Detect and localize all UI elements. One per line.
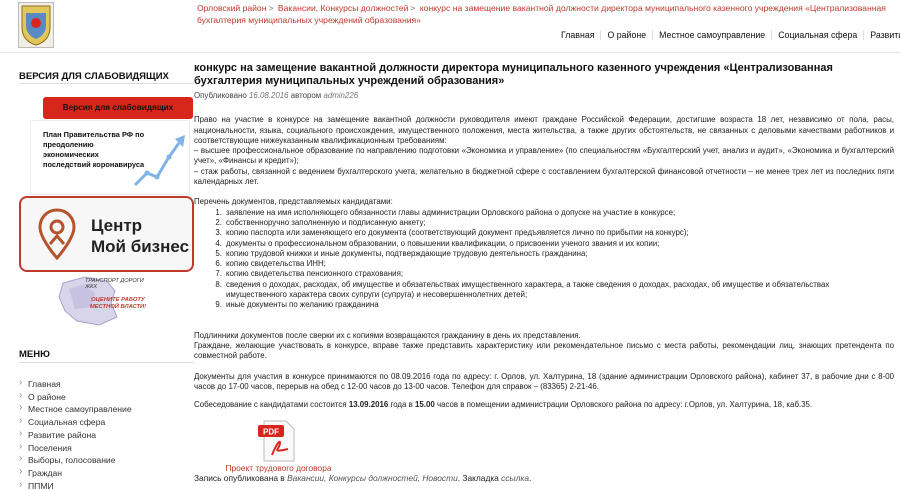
- record-categories[interactable]: Вакансии, Конкурсы должностей, Новости: [287, 473, 458, 483]
- article-meta: Опубликовано 16.08.2016 автором admin226: [194, 91, 894, 101]
- nav-about[interactable]: О районе: [600, 30, 652, 40]
- menu-item-settlements[interactable]: Поселения: [19, 441, 132, 455]
- menu-item-elections[interactable]: Выборы, голосование: [19, 453, 132, 467]
- eligibility-paragraph: Право на участие в конкурсе на замещение…: [194, 115, 894, 145]
- breadcrumb-separator: >: [268, 3, 274, 13]
- my-business-banner[interactable]: Центр Мой бизнес: [19, 196, 194, 272]
- my-business-line1: Центр: [91, 216, 143, 235]
- article: конкурс на замещение вакантной должности…: [194, 62, 894, 410]
- nav-development[interactable]: Развитие ра: [863, 30, 900, 40]
- posted-label: Опубликовано: [194, 91, 247, 100]
- article-title: конкурс на замещение вакантной должности…: [194, 62, 833, 87]
- government-plan-banner[interactable]: План Правительства РФ по преодолению эко…: [30, 120, 190, 195]
- pdf-attachment[interactable]: PDF Проект трудового договора: [221, 419, 336, 473]
- permalink[interactable]: ссылка: [501, 473, 529, 483]
- experience-requirement: – стаж работы, связанной с ведением бухг…: [194, 166, 894, 187]
- nav-local-government[interactable]: Местное самоуправление: [652, 30, 771, 40]
- originals-returned-note: Подлинники документов после сверки их с …: [194, 330, 581, 340]
- list-item: 3. копию паспорта или заменяющего его док…: [215, 228, 689, 238]
- education-requirement: – высшее профессиональное образование по…: [194, 146, 894, 166]
- list-item: 6. копию свидетельства ИНН;: [215, 259, 326, 269]
- documents-list-intro: Перечень документов, представляемых канд…: [194, 197, 393, 207]
- pdf-link[interactable]: Проект трудового договора: [221, 463, 336, 473]
- menu-item-development[interactable]: Развитие района: [19, 428, 132, 442]
- list-item: 5. копию трудовой книжки и иные документы…: [215, 248, 588, 258]
- post-date[interactable]: 16.08.2016: [249, 91, 289, 100]
- rate-banner-topics: ТРАНСПОРТ ДОРОГИ ЖКХ: [85, 278, 144, 290]
- rate-local-government-banner[interactable]: ТРАНСПОРТ ДОРОГИ ЖКХ ОЦЕНИТЕ РАБОТУ МЕСТ…: [55, 273, 155, 328]
- rate-banner-slogan: ОЦЕНИТЕ РАБОТУ МЕСТНОЙ ВЛАСТИ!: [89, 297, 147, 310]
- svg-text:PDF: PDF: [263, 428, 279, 437]
- sidebar-menu: Главная О районе Местное самоуправление …: [19, 377, 132, 490]
- growth-chart-icon: [133, 135, 185, 187]
- my-business-logo-icon: [38, 208, 76, 260]
- list-item: 4. документы о профессиональном образован…: [215, 238, 660, 248]
- menu-heading: МЕНЮ: [19, 349, 50, 360]
- recommendations-note: Граждане, желающие участвовать в конкурс…: [194, 340, 894, 361]
- post-author[interactable]: admin226: [323, 91, 358, 100]
- list-item: 9. иные документы по желанию гражданина: [215, 300, 379, 310]
- nav-home[interactable]: Главная: [555, 30, 600, 40]
- list-item: 1. заявление на имя исполняющего обязанно…: [215, 207, 676, 217]
- list-item: 7. копию свидетельства пенсионного страхо…: [215, 269, 404, 279]
- accessibility-heading: ВЕРСИЯ ДЛЯ СЛАБОВИДЯЩИХ: [19, 71, 169, 82]
- menu-item-citizens[interactable]: Граждан: [19, 466, 132, 480]
- pdf-file-icon: PDF: [258, 420, 295, 462]
- author-label: автором: [290, 91, 322, 100]
- list-item: 8. сведения о доходах, расходах, об имуще…: [215, 279, 830, 300]
- list-item: 2. собственноручно заполненную и подписан…: [215, 217, 426, 227]
- documents-list: 1. заявление на имя исполняющего обязанно…: [212, 208, 894, 311]
- breadcrumb: Орловский район > Вакансии, Конкурсы долж…: [197, 2, 897, 26]
- top-navigation: Главная О районе Местное самоуправление …: [555, 30, 900, 40]
- menu-item-home[interactable]: Главная: [19, 377, 132, 391]
- record-footer: Запись опубликована в Вакансии, Конкурсы…: [194, 473, 532, 483]
- menu-item-social-sphere[interactable]: Социальная сфера: [19, 415, 132, 429]
- menu-item-local-government[interactable]: Местное самоуправление: [19, 402, 132, 416]
- interview-details: Собеседование с кандидатами состоится 13…: [194, 400, 813, 410]
- site-logo[interactable]: [18, 2, 54, 48]
- my-business-line2: Мой бизнес: [91, 237, 190, 256]
- sidebar-divider: [19, 83, 194, 84]
- breadcrumb-item-home[interactable]: Орловский район: [197, 3, 266, 13]
- breadcrumb-separator: >: [410, 3, 416, 13]
- breadcrumb-item-vacancies[interactable]: Вакансии, Конкурсы должностей: [278, 3, 409, 13]
- interview-time: 15.00: [415, 400, 435, 410]
- nav-social-sphere[interactable]: Социальная сфера: [771, 30, 863, 40]
- interview-date: 13.09.2016: [348, 400, 389, 410]
- menu-item-about[interactable]: О районе: [19, 390, 132, 404]
- accessibility-version-button[interactable]: Версия для слабовидящих: [43, 97, 193, 119]
- menu-item-ppmi[interactable]: ППМИ: [19, 479, 132, 490]
- submission-details: Документы для участия в конкурсе принима…: [194, 371, 894, 391]
- menu-divider: [19, 362, 194, 363]
- header-divider: [0, 52, 900, 53]
